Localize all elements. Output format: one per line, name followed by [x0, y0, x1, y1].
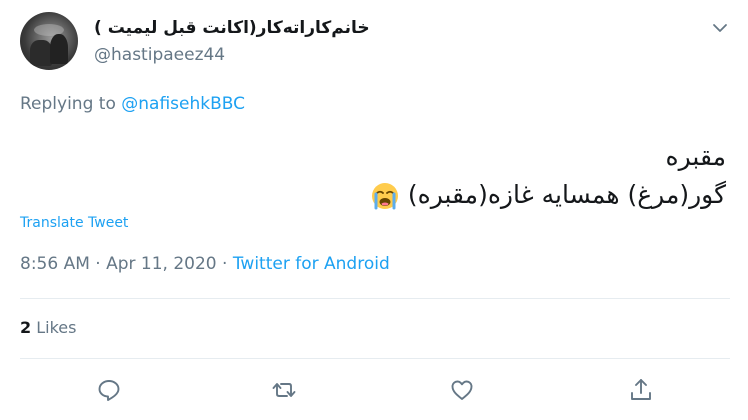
tweet-text-line-2-text: گور(مرغ) همسایه غازه(مقبره) [407, 180, 726, 209]
likes-count: 2 [20, 318, 32, 337]
tweet-card: خانم‌کاراته‌کار(اکانت قبل لیمیت ) @hasti… [0, 0, 748, 420]
author-display-name[interactable]: خانم‌کاراته‌کار(اکانت قبل لیمیت ) [94, 18, 370, 38]
likes-label: Likes [36, 318, 77, 337]
tweet-text: مقبره گور(مرغ) همسایه غازه(مقبره) [26, 138, 726, 214]
like-icon[interactable] [448, 376, 476, 404]
share-icon[interactable] [627, 376, 655, 404]
tweet-metadata: 8:56 AM · Apr 11, 2020 · Twitter for And… [20, 254, 390, 274]
divider-top [20, 298, 730, 299]
replying-to: Replying to @nafisehkBBC [20, 94, 245, 114]
tweet-date[interactable]: Apr 11, 2020 [106, 254, 217, 274]
replying-prefix: Replying to [20, 94, 116, 114]
avatar-figure-right [50, 34, 68, 64]
tweet-time[interactable]: 8:56 AM [20, 254, 90, 274]
chevron-down-icon[interactable] [710, 18, 730, 38]
avatar[interactable] [20, 12, 78, 70]
tweet-actions [0, 376, 748, 406]
meta-separator-1: · [95, 254, 101, 274]
replying-to-link[interactable]: @nafisehkBBC [121, 94, 245, 114]
avatar-figure-left [30, 40, 52, 66]
tweet-text-line-2: گور(مرغ) همسایه غازه(مقبره) [26, 176, 726, 214]
meta-separator-2: · [222, 254, 228, 274]
reply-icon[interactable] [95, 376, 123, 404]
translate-tweet-link[interactable]: Translate Tweet [20, 215, 128, 231]
likes-stat[interactable]: 2 Likes [20, 318, 76, 337]
author-handle[interactable]: @hastipaeez44 [94, 45, 225, 65]
divider-bottom [20, 358, 730, 359]
tweet-source-link[interactable]: Twitter for Android [233, 254, 390, 274]
retweet-icon[interactable] [270, 376, 298, 404]
loudly-crying-face-icon [370, 181, 400, 211]
tweet-text-line-1: مقبره [665, 142, 726, 171]
